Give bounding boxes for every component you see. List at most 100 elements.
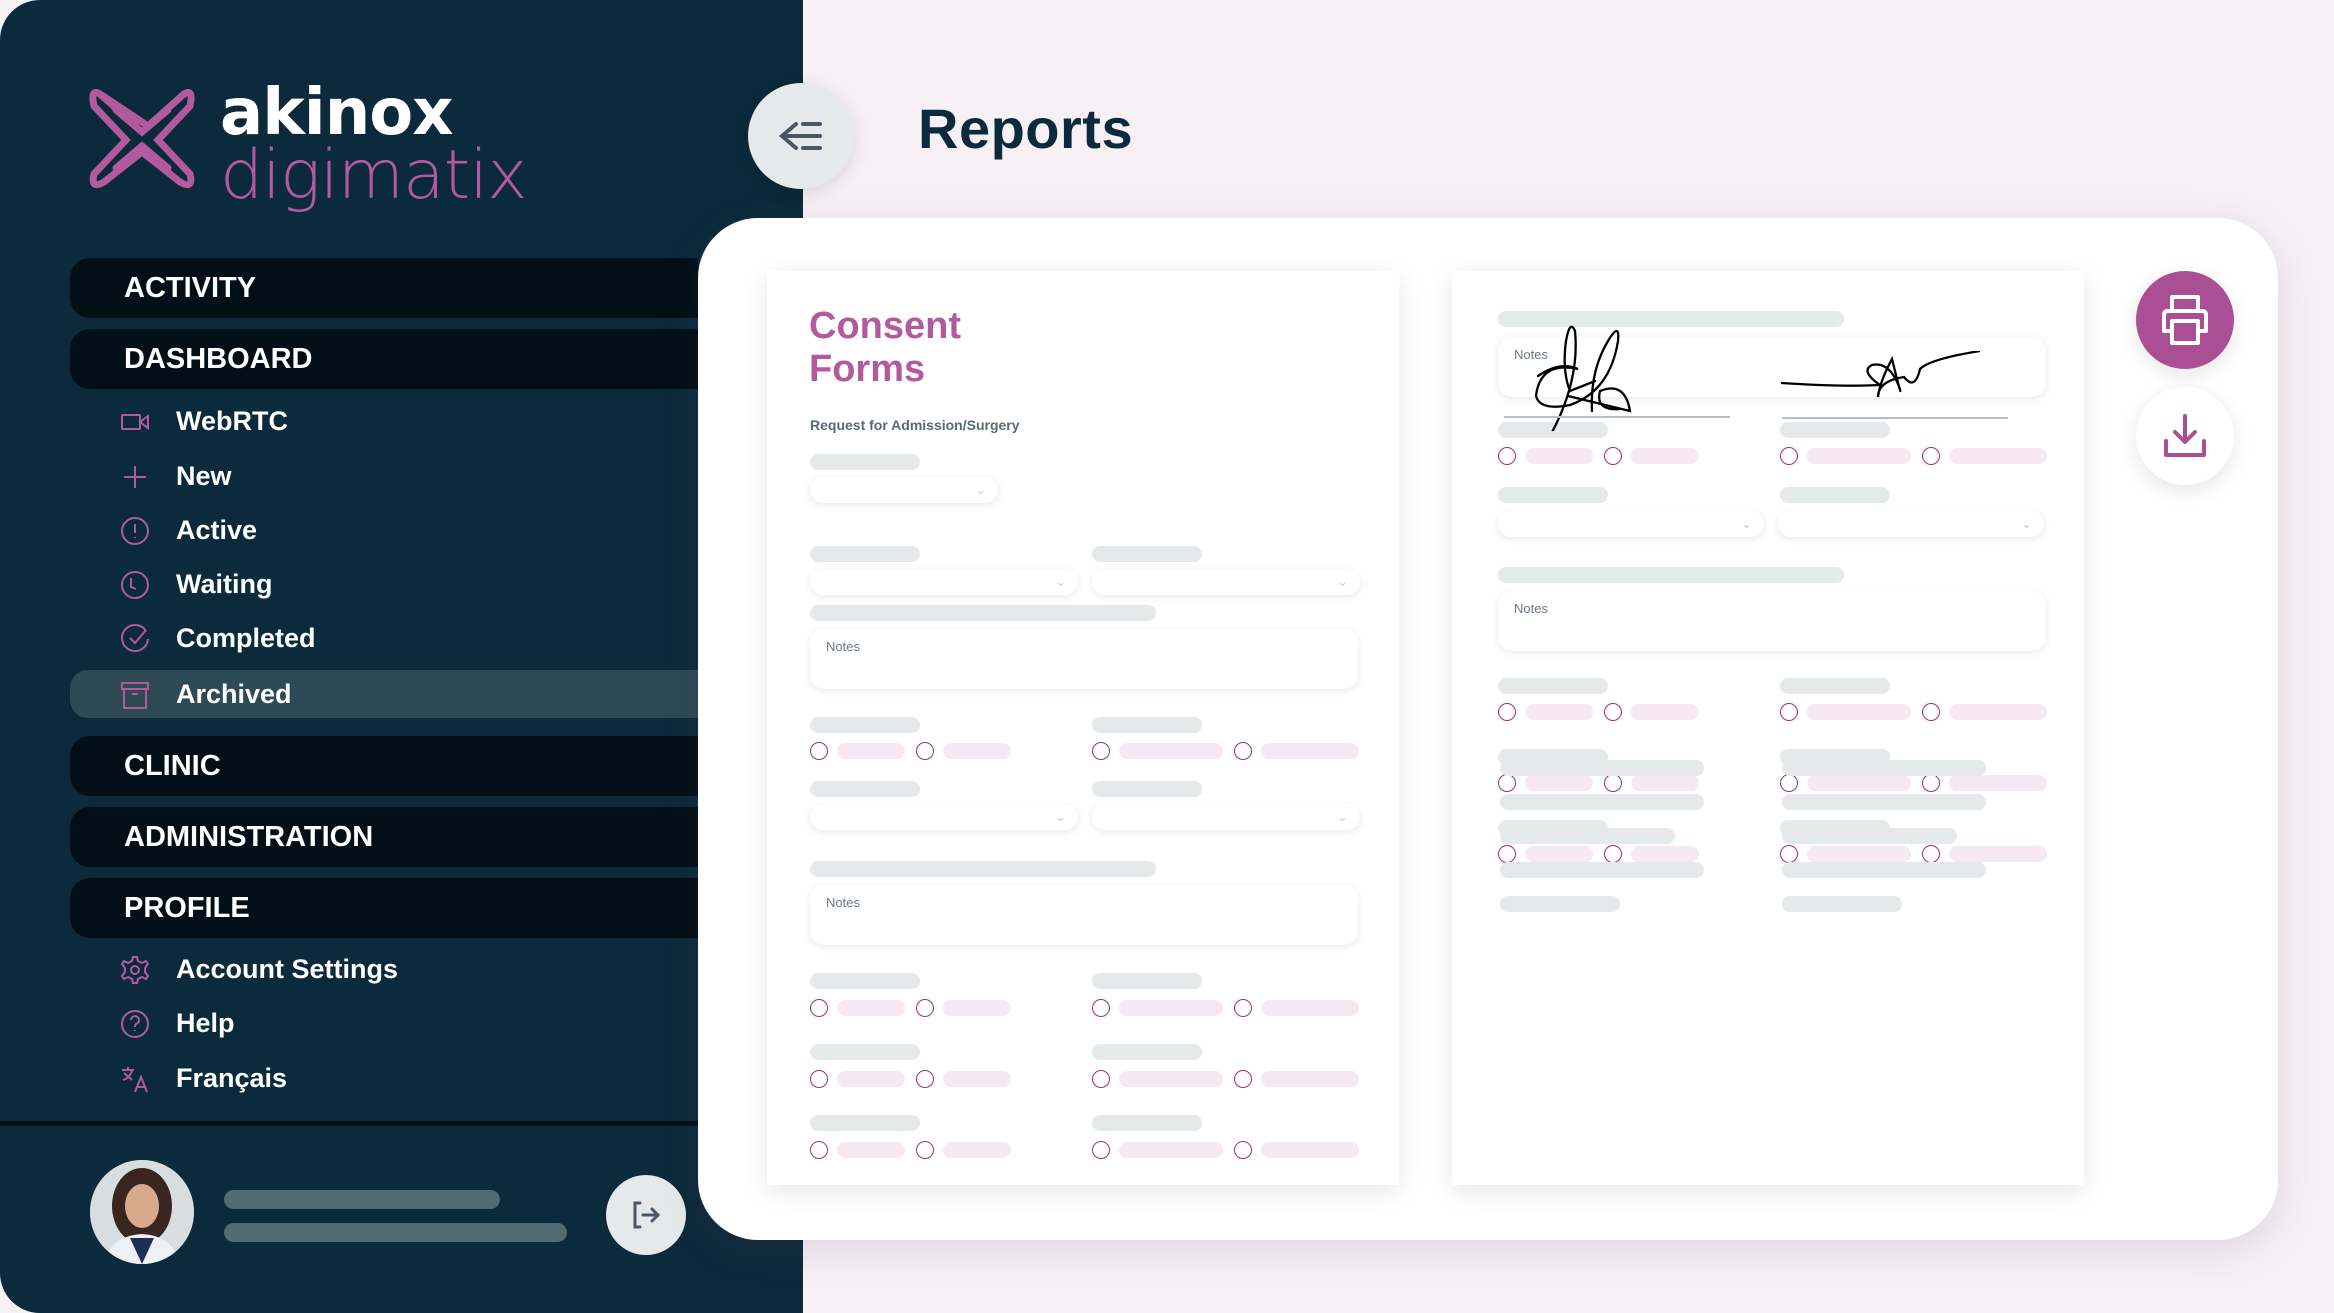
radio-button[interactable] [1780,845,1798,863]
radio-button[interactable] [1234,1141,1252,1159]
nav-profile[interactable]: PROFILE [70,878,698,938]
dropdown-field[interactable]: ⌄ [810,477,998,503]
radio-label-placeholder [1119,1071,1223,1087]
radio-button[interactable] [916,999,934,1017]
signature-text-placeholder [1782,862,1986,878]
nav-item-new[interactable]: New [70,452,698,500]
radio-label-placeholder [1807,704,1911,720]
chevron-down-icon: ⌄ [975,482,986,497]
radio-button[interactable] [1498,845,1516,863]
nav-activity[interactable]: ACTIVITY [70,258,698,318]
nav-item-webrtc[interactable]: WebRTC [70,397,698,445]
radio-button[interactable] [810,1070,828,1088]
nav-item-help[interactable]: Help [70,999,698,1047]
check-circle-icon [121,624,149,652]
field-label-placeholder [810,1044,920,1060]
radio-button[interactable] [1922,774,1940,792]
chevron-down-icon: ⌄ [1337,574,1348,589]
download-button[interactable] [2136,387,2234,485]
radio-button[interactable] [810,999,828,1017]
radio-button[interactable] [1780,703,1798,721]
signature-text-placeholder [1500,794,1704,810]
radio-button[interactable] [1604,703,1622,721]
dropdown-field[interactable]: ⌄ [810,569,1078,595]
chevron-down-icon: ⌄ [1055,809,1066,824]
nav-item-label: Completed [176,623,316,653]
radio-button[interactable] [810,1141,828,1159]
nav-item-label: Français [176,1063,288,1093]
dropdown-field[interactable]: ⌄ [1092,804,1360,830]
nav-item-active[interactable]: Active [70,506,698,554]
dropdown-field[interactable]: ⌄ [1778,511,2044,537]
radio-button[interactable] [916,1070,934,1088]
title-line-1: Consent [809,305,961,347]
user-avatar[interactable] [90,1160,194,1264]
dropdown-field[interactable]: ⌄ [1498,511,1764,537]
logout-icon [633,1201,661,1229]
radio-label-placeholder [1949,448,2047,464]
radio-label-placeholder [1807,448,1911,464]
notes-field[interactable]: Notes [1498,591,2046,651]
collapse-sidebar-button[interactable] [748,83,854,189]
nav-dashboard[interactable]: DASHBOARD [70,329,698,389]
nav-item-waiting[interactable]: Waiting [70,560,698,608]
video-camera-icon [121,414,149,430]
nav-clinic[interactable]: CLINIC [70,736,698,796]
chevron-down-icon: ⌄ [1055,574,1066,589]
radio-button[interactable] [1092,999,1110,1017]
radio-label-placeholder [1807,775,1911,791]
radio-button[interactable] [916,1141,934,1159]
gear-icon [120,956,150,984]
radio-button[interactable] [1092,1070,1110,1088]
radio-button[interactable] [1780,447,1798,465]
radio-button[interactable] [1922,447,1940,465]
nav-item-account-settings[interactable]: Account Settings [70,945,698,993]
radio-button[interactable] [1604,447,1622,465]
nav-item-archived[interactable]: Archived [70,670,698,718]
dropdown-field[interactable]: ⌄ [810,804,1078,830]
radio-button[interactable] [1498,703,1516,721]
print-button[interactable] [2136,271,2234,369]
alert-circle-icon [121,517,149,545]
radio-label-placeholder [1525,775,1593,791]
radio-button[interactable] [1092,742,1110,760]
radio-button[interactable] [1234,1070,1252,1088]
field-label-placeholder [1780,487,1890,503]
radio-button[interactable] [1234,999,1252,1017]
field-label-placeholder [1092,546,1202,562]
dropdown-field[interactable]: ⌄ [1092,569,1360,595]
document-title: Consent Forms [809,305,961,391]
signature-text-placeholder [1782,896,1902,912]
radio-button[interactable] [1922,703,1940,721]
radio-button[interactable] [916,742,934,760]
notes-field[interactable]: Notes [810,629,1358,689]
radio-label-placeholder [1119,1142,1223,1158]
radio-button[interactable] [1092,1141,1110,1159]
nav-item-label: WebRTC [176,406,288,436]
radio-button[interactable] [1780,774,1798,792]
radio-button[interactable] [1604,774,1622,792]
field-label-placeholder [1092,1115,1202,1131]
radio-button[interactable] [810,742,828,760]
help-circle-icon [121,1010,149,1038]
radio-button[interactable] [1604,845,1622,863]
field-label-placeholder [1092,717,1202,733]
user-role-placeholder [224,1223,567,1242]
field-label-placeholder [1498,487,1608,503]
nav-item-language[interactable]: Français [70,1054,698,1102]
radio-button[interactable] [1922,845,1940,863]
download-icon [2164,414,2206,457]
radio-button[interactable] [1498,447,1516,465]
signature-text-placeholder [1782,760,1986,776]
logout-button[interactable] [606,1175,686,1255]
field-label-placeholder [810,781,920,797]
nav-item-label: Waiting [176,569,273,599]
radio-button[interactable] [1234,742,1252,760]
notes-field[interactable]: Notes [810,885,1358,945]
nav-item-completed[interactable]: Completed [70,614,698,662]
nav-administration[interactable]: ADMINISTRATION [70,807,698,867]
document-page-1: Consent Forms Request for Admission/Surg… [767,271,1399,1185]
radio-label-placeholder [837,1000,905,1016]
radio-button[interactable] [1498,774,1516,792]
nav-item-label: Account Settings [176,954,399,984]
